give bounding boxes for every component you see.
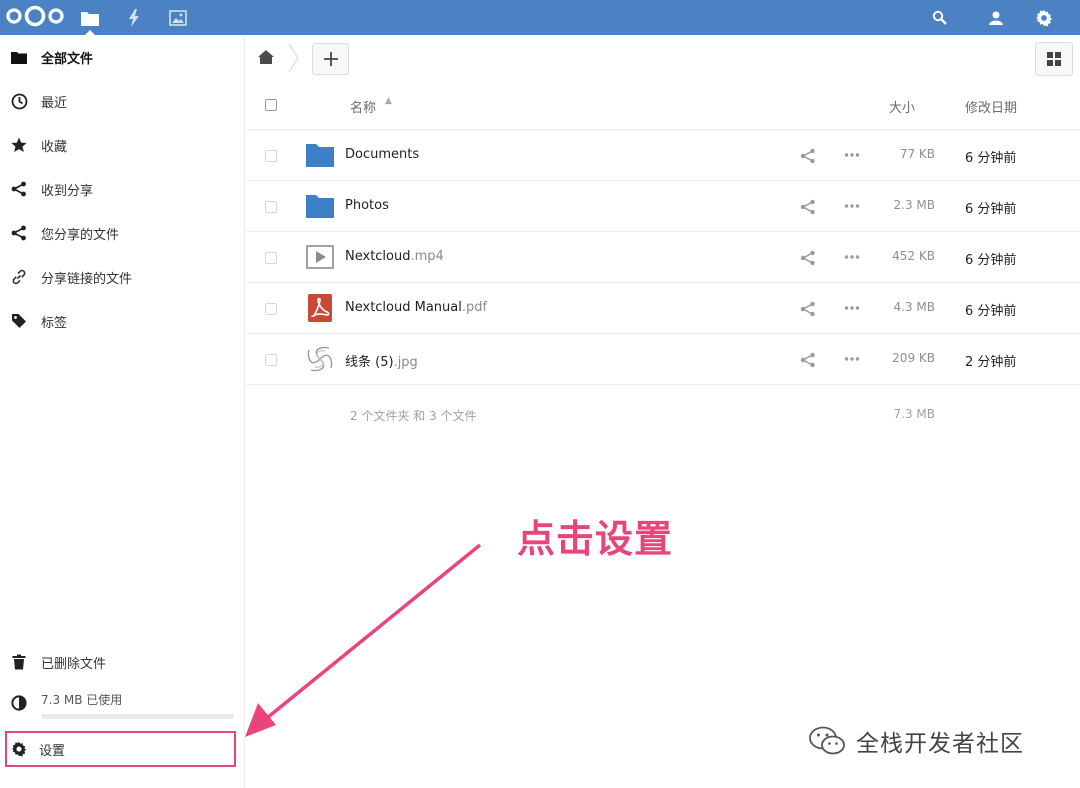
file-date: 2 分钟前	[965, 355, 1017, 370]
sidebar-item-label: 收到分享	[41, 183, 94, 199]
folder-icon	[10, 48, 28, 66]
file-name[interactable]: Nextcloud.mp4	[345, 249, 444, 264]
table-summary: 2 个文件夹 和 3 个文件 7.3 MB	[246, 396, 1080, 432]
breadcrumb-separator-icon	[288, 43, 300, 77]
folder-icon	[306, 144, 334, 167]
sort-ascending-icon: ▲	[385, 96, 392, 106]
share-icon[interactable]	[800, 352, 816, 368]
more-options-icon[interactable]	[844, 203, 860, 209]
sidebar-item-label: 最近	[41, 95, 68, 111]
sidebar-item-recent[interactable]: 最近	[0, 79, 245, 123]
sidebar-item-label: 标签	[41, 315, 68, 331]
sidebar-item-label: 已删除文件	[41, 656, 107, 672]
summary-count: 2 个文件夹 和 3 个文件	[350, 409, 477, 423]
column-modified[interactable]: 修改日期	[965, 97, 1017, 116]
watermark: 全栈开发者社区	[808, 722, 1024, 760]
watermark-text: 全栈开发者社区	[856, 731, 1024, 757]
sidebar-item-shared-by-you[interactable]: 您分享的文件	[0, 211, 245, 255]
row-checkbox[interactable]	[265, 303, 277, 315]
file-size: 452 KB	[892, 249, 935, 263]
search-icon[interactable]	[920, 0, 960, 35]
sidebar-item-tags[interactable]: 标签	[0, 299, 245, 343]
trash-icon	[10, 653, 28, 671]
settings-highlight-box	[5, 731, 236, 767]
top-header	[0, 0, 1080, 36]
file-table-header: 名称 ▲ 大小 修改日期	[246, 82, 1080, 130]
grid-view-toggle[interactable]	[1035, 42, 1073, 76]
sidebar-item-label: 您分享的文件	[41, 227, 120, 243]
more-options-icon[interactable]	[844, 356, 860, 362]
file-name[interactable]: 线条 (5).jpg	[345, 351, 418, 370]
pie-chart-icon	[10, 694, 28, 712]
table-row[interactable]: Nextcloud Manual.pdf 4.3 MB 6 分钟前	[246, 283, 1080, 334]
file-date: 6 分钟前	[965, 202, 1017, 217]
sidebar-item-label: 收藏	[41, 139, 68, 155]
row-checkbox[interactable]	[265, 150, 277, 162]
row-checkbox[interactable]	[265, 201, 277, 213]
file-name[interactable]: Nextcloud Manual.pdf	[345, 300, 487, 315]
more-options-icon[interactable]	[844, 254, 860, 260]
share-icon[interactable]	[800, 148, 816, 164]
file-date: 6 分钟前	[965, 304, 1017, 319]
share-icon[interactable]	[800, 199, 816, 215]
sidebar-item-shared-by-link[interactable]: 分享链接的文件	[0, 255, 245, 299]
row-checkbox[interactable]	[265, 354, 277, 366]
file-size: 209 KB	[892, 351, 935, 365]
more-options-icon[interactable]	[844, 152, 860, 158]
quota-label: 7.3 MB 已使用	[41, 693, 123, 707]
file-name[interactable]: Documents	[345, 147, 419, 162]
gallery-icon[interactable]	[158, 0, 198, 35]
share-icon[interactable]	[800, 250, 816, 266]
grid-icon	[1047, 52, 1061, 66]
sidebar: 全部文件 最近 收藏 收到分享 您分享的文件 分享链接的文件 标签 已删除文件 …	[0, 35, 245, 788]
sidebar-item-favorites[interactable]: 收藏	[0, 123, 245, 167]
summary-size: 7.3 MB	[893, 407, 935, 421]
controls-bar	[246, 35, 1080, 82]
share-icon	[10, 180, 28, 198]
home-icon[interactable]	[258, 49, 274, 68]
sidebar-item-label: 分享链接的文件	[41, 271, 133, 287]
tag-icon	[10, 312, 28, 330]
sidebar-item-deleted-files[interactable]: 已删除文件	[0, 640, 245, 684]
image-thumbnail-icon	[307, 346, 333, 372]
settings-gear-icon[interactable]	[1024, 0, 1064, 35]
table-row[interactable]: 线条 (5).jpg 209 KB 2 分钟前	[246, 334, 1080, 385]
activity-icon[interactable]	[114, 0, 154, 35]
file-date: 6 分钟前	[965, 253, 1017, 268]
link-icon	[10, 268, 28, 286]
wechat-icon	[809, 726, 845, 755]
folder-icon	[306, 195, 334, 218]
star-icon	[10, 136, 28, 154]
column-size[interactable]: 大小	[889, 97, 915, 116]
row-checkbox[interactable]	[265, 252, 277, 264]
file-size: 4.3 MB	[893, 300, 935, 314]
video-file-icon	[306, 245, 334, 269]
pdf-file-icon	[308, 294, 332, 322]
share-icon	[10, 224, 28, 242]
clock-icon	[10, 92, 28, 110]
file-size: 2.3 MB	[893, 198, 935, 212]
more-options-icon[interactable]	[844, 305, 860, 311]
quota-bar	[41, 714, 234, 719]
share-icon[interactable]	[800, 301, 816, 317]
sidebar-item-label: 全部文件	[41, 51, 94, 67]
table-row[interactable]: Documents 77 KB 6 分钟前	[246, 130, 1080, 181]
nextcloud-logo[interactable]	[4, 4, 66, 28]
column-name[interactable]: 名称	[350, 97, 376, 116]
new-file-button[interactable]	[312, 43, 349, 75]
table-row[interactable]: Nextcloud.mp4 452 KB 6 分钟前	[246, 232, 1080, 283]
sidebar-item-all-files[interactable]: 全部文件	[0, 35, 245, 79]
file-date: 6 分钟前	[965, 151, 1017, 166]
file-name[interactable]: Photos	[345, 198, 389, 213]
table-row[interactable]: Photos 2.3 MB 6 分钟前	[246, 181, 1080, 232]
sidebar-item-shared-with-you[interactable]: 收到分享	[0, 167, 245, 211]
annotation-text: 点击设置	[517, 517, 674, 561]
file-size: 77 KB	[899, 147, 935, 161]
contacts-icon[interactable]	[976, 0, 1016, 35]
plus-icon	[323, 52, 338, 66]
select-all-checkbox[interactable]	[265, 99, 277, 111]
